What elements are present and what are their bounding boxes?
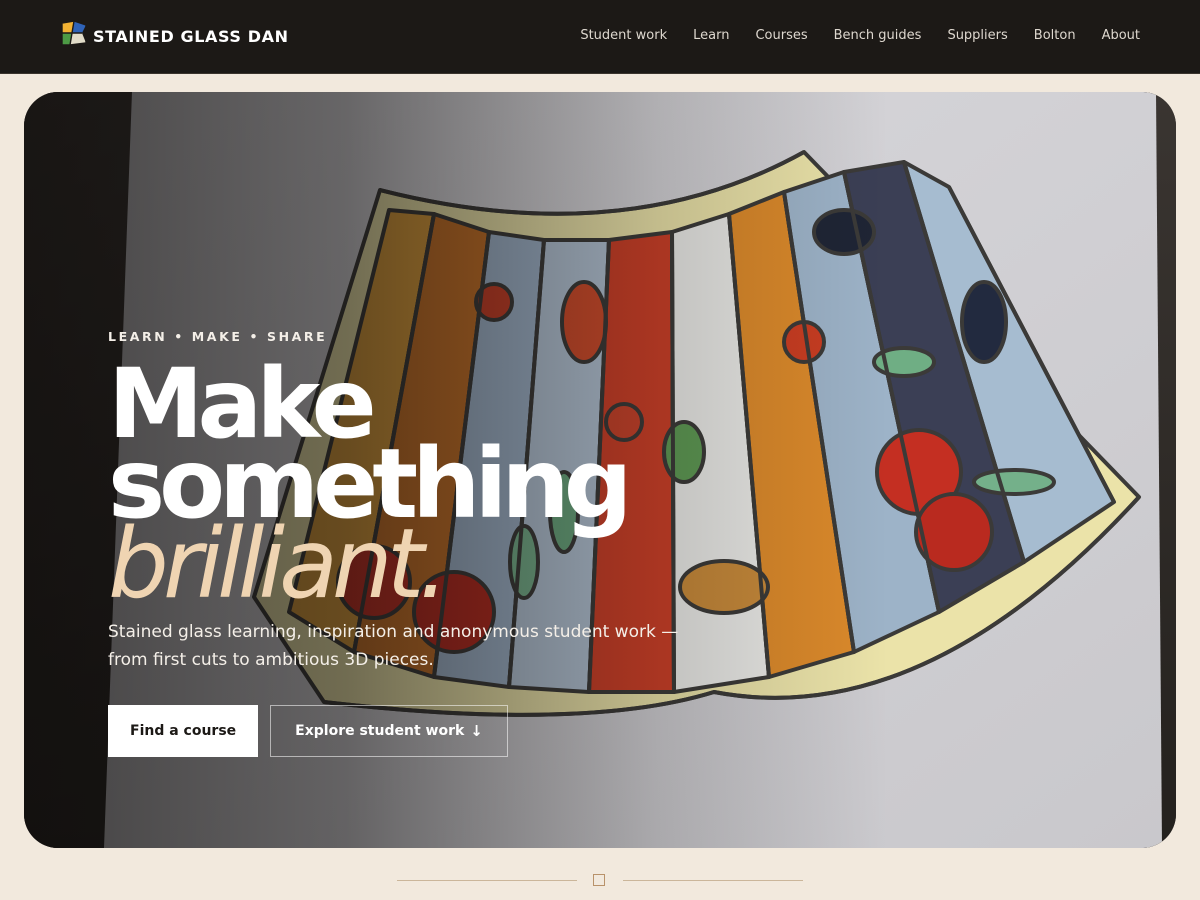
nav-student-work[interactable]: Student work bbox=[580, 28, 667, 43]
nav-courses[interactable]: Courses bbox=[755, 28, 807, 43]
divider-line-right bbox=[623, 880, 803, 881]
hero-content: LEARN • MAKE • SHARE Make something bril… bbox=[108, 329, 748, 757]
explore-student-work-button[interactable]: Explore student work ↓ bbox=[270, 705, 508, 757]
arrow-down-icon: ↓ bbox=[470, 722, 483, 740]
hero-headline-accent: brilliant. bbox=[108, 508, 449, 620]
hero-cta-row: Find a course Explore student work ↓ bbox=[108, 705, 748, 757]
explore-student-work-label: Explore student work bbox=[295, 723, 465, 739]
hero-eyebrow: LEARN • MAKE • SHARE bbox=[108, 329, 328, 344]
divider-ornament-icon bbox=[593, 874, 605, 886]
nav-about[interactable]: About bbox=[1102, 28, 1140, 43]
hero-subhead-line-1: Stained glass learning, inspiration and … bbox=[108, 622, 679, 642]
site-header: STAINED GLASS DAN Student work Learn Cou… bbox=[0, 0, 1200, 74]
hero-subhead: Stained glass learning, inspiration and … bbox=[108, 618, 708, 674]
brand-name: STAINED GLASS DAN bbox=[93, 27, 289, 46]
hero-headline: Make something brilliant. bbox=[108, 356, 748, 620]
nav-bench-guides[interactable]: Bench guides bbox=[834, 28, 922, 43]
nav-bolton[interactable]: Bolton bbox=[1034, 28, 1076, 43]
stained-glass-logo-icon bbox=[61, 20, 87, 46]
hero: LEARN • MAKE • SHARE Make something bril… bbox=[24, 92, 1176, 848]
brand-home-link[interactable]: STAINED GLASS DAN bbox=[60, 19, 289, 49]
hero-subhead-line-2: from first cuts to ambitious 3D pieces. bbox=[108, 650, 434, 670]
divider-line-left bbox=[397, 880, 577, 881]
main-nav: Student work Learn Courses Bench guides … bbox=[554, 28, 1140, 43]
section-divider bbox=[397, 872, 803, 888]
find-course-button[interactable]: Find a course bbox=[108, 705, 259, 757]
nav-suppliers[interactable]: Suppliers bbox=[947, 28, 1007, 43]
nav-learn[interactable]: Learn bbox=[693, 28, 729, 43]
